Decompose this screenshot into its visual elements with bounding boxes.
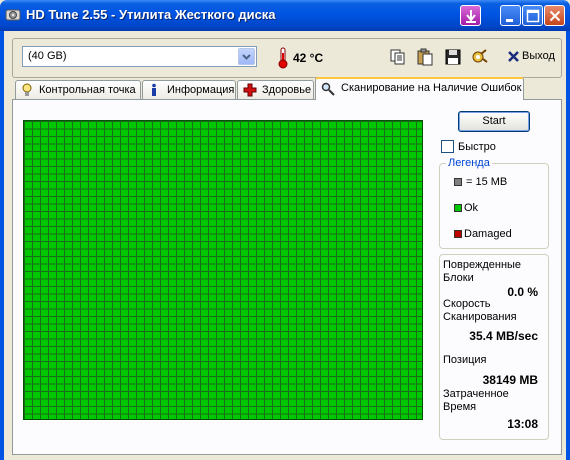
damaged-blocks-label: Поврежденные Блоки [443,259,522,284]
health-cross-icon [243,83,257,97]
copy-icon[interactable] [389,48,407,66]
app-window: HD Tune 2.55 - Утилита Жесткого диска (4… [0,0,570,460]
elapsed-time-value: 13:08 [507,417,538,431]
paste-icon[interactable] [416,48,434,66]
position-label: Позиция [443,354,487,366]
close-button[interactable] [544,5,565,26]
quick-scan-checkbox[interactable] [441,140,454,153]
damaged-blocks-value: 0.0 % [507,285,538,299]
drive-select-dropdown-button[interactable] [238,48,255,65]
tab-benchmark[interactable]: Контрольная точка [15,80,141,99]
thermometer-icon [278,47,288,69]
tab-label: Контрольная точка [39,84,136,96]
scan-speed-label: Скорость Сканирования [443,298,517,323]
legend-title: Легенда [446,157,492,169]
elapsed-time-label: Затраченное Время [443,388,509,413]
temperature-readout: 42 °C [293,51,324,65]
legend-label-ok: Ok [464,202,479,214]
minimize-button[interactable] [500,5,521,26]
maximize-button[interactable] [522,5,543,26]
tab-error-scan[interactable]: Сканирование на Наличие Ошибок [315,77,524,100]
legend-swatch-block-size [454,178,462,186]
tab-info[interactable]: Информация [142,80,236,99]
drive-select-value: (40 GB) [28,50,67,62]
start-button[interactable]: Start [458,111,530,132]
options-icon[interactable] [470,48,488,66]
window-frame-right [566,31,570,460]
app-icon [5,9,21,21]
chevron-down-icon [242,54,251,60]
scan-speed-value: 35.4 MB/sec [469,329,538,343]
info-icon [152,83,156,96]
close-icon [549,10,561,22]
tab-label: Сканирование на Наличие Ошибок [341,82,522,94]
tab-label: Информация [167,84,235,96]
drive-select[interactable]: (40 GB) [22,46,257,67]
down-arrow-icon [466,10,476,23]
toolbar: (40 GB) 42 °C Выход [12,38,562,78]
lightbulb-icon [22,83,32,96]
download-button[interactable] [460,5,481,26]
title-bar[interactable]: HD Tune 2.55 - Утилита Жесткого диска [0,0,570,31]
legend-swatch-damaged [454,230,462,238]
window-frame-left [0,31,4,460]
exit-label: Выход [522,50,555,62]
close-x-icon [508,51,519,62]
magnifier-icon [321,82,335,96]
maximize-icon [526,9,540,23]
tab-health[interactable]: Здоровье [237,80,314,99]
minimize-icon [506,19,513,22]
window-title: HD Tune 2.55 - Утилита Жесткого диска [26,7,276,22]
save-icon[interactable] [444,48,462,66]
tab-label: Здоровье [262,84,312,96]
position-value: 38149 MB [482,373,538,387]
legend-label-damaged: Damaged [464,228,512,240]
legend-label-block-size: = 15 MB [466,176,508,188]
quick-scan-label: Быстро [458,141,496,153]
legend-swatch-ok [454,204,462,212]
scan-block-map [23,120,423,420]
